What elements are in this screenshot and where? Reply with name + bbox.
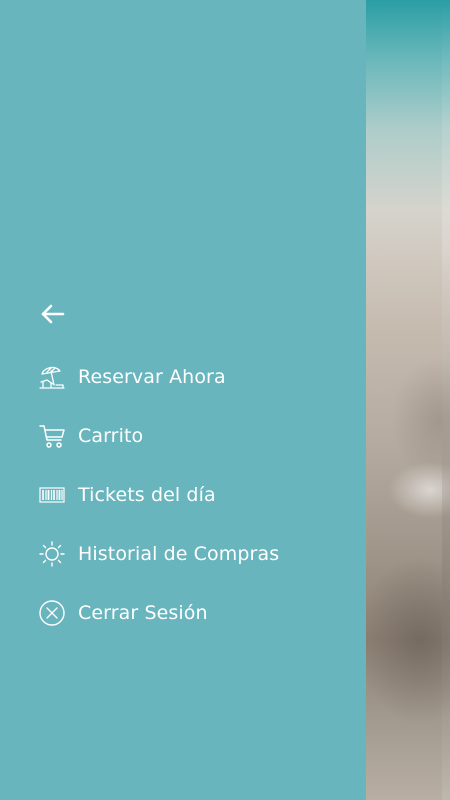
menu-item-carrito[interactable]: Carrito <box>0 406 366 465</box>
menu-item-reservar-ahora[interactable]: Reservar Ahora <box>0 347 366 406</box>
menu-item-label: Reservar Ahora <box>78 365 226 388</box>
cart-icon <box>37 421 67 451</box>
app-screen: Reservar Ahora Carrito Tickets del día H… <box>0 0 450 800</box>
menu-item-tickets-del-dia[interactable]: Tickets del día <box>0 465 366 524</box>
barcode-icon <box>37 480 67 510</box>
arrow-left-icon <box>40 303 66 325</box>
menu-item-label: Historial de Compras <box>78 542 280 565</box>
background-photo-edge <box>442 0 450 800</box>
menu-item-label: Carrito <box>78 424 144 447</box>
beach-umbrella-icon <box>37 362 67 392</box>
menu-item-label: Tickets del día <box>78 483 216 506</box>
menu-item-historial-de-compras[interactable]: Historial de Compras <box>0 524 366 583</box>
drawer-menu: Reservar Ahora Carrito Tickets del día H… <box>0 347 366 642</box>
close-circle-icon <box>37 598 67 628</box>
back-button[interactable] <box>36 297 70 331</box>
navigation-drawer: Reservar Ahora Carrito Tickets del día H… <box>0 0 366 800</box>
sun-icon <box>37 539 67 569</box>
menu-item-cerrar-sesion[interactable]: Cerrar Sesión <box>0 583 366 642</box>
menu-item-label: Cerrar Sesión <box>78 601 208 624</box>
